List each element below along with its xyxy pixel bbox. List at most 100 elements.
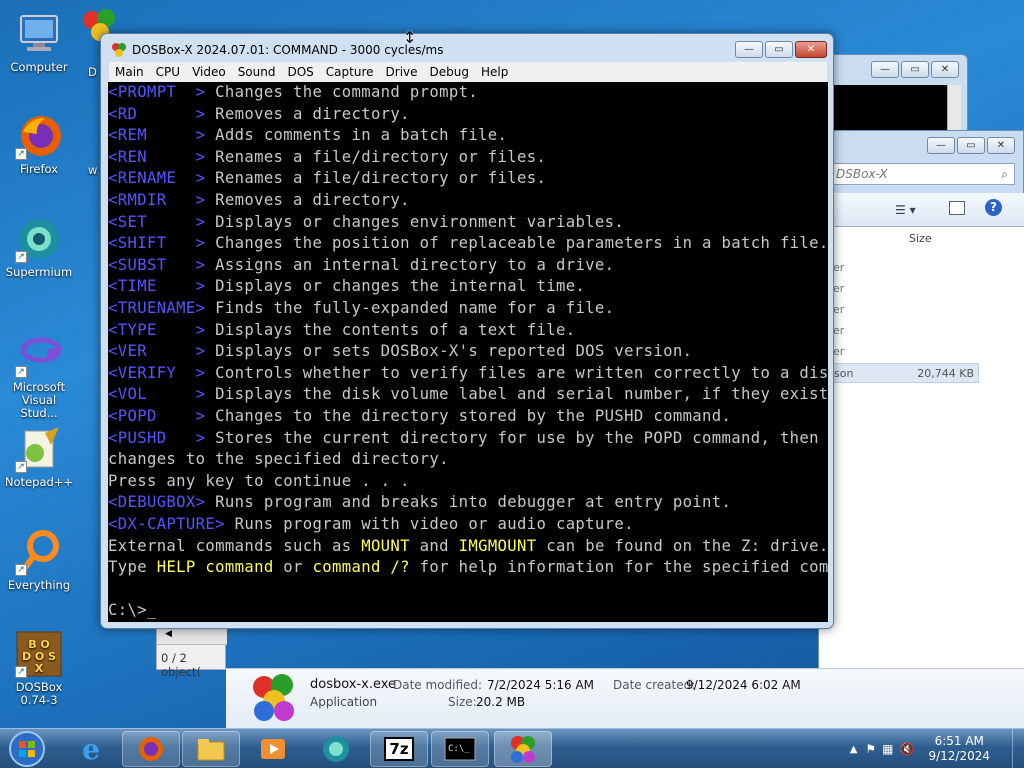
output-line: <SET > Displays or changes environment v…	[108, 212, 624, 234]
file-list: Size er er er er er son 20,744 KB	[819, 227, 1024, 727]
menu-capture[interactable]: Capture	[320, 65, 380, 79]
dosbox-x-window[interactable]: DOSBox-X 2024.07.01: COMMAND - 3000 cycl…	[100, 33, 834, 629]
command-name: <PROMPT >	[108, 83, 206, 101]
search-box[interactable]: DSBox-X ⌕	[829, 163, 1015, 185]
preview-pane-icon[interactable]	[949, 201, 965, 215]
desktop-icon-notepadpp[interactable]: ↗ Notepad++	[4, 425, 74, 489]
menu-cpu[interactable]: CPU	[150, 65, 186, 79]
desktop-icon-computer[interactable]: Computer	[4, 10, 74, 74]
command-name: <TIME >	[108, 277, 206, 296]
window-title: DOSBox-X 2024.07.01: COMMAND - 3000 cycl…	[132, 43, 444, 57]
file-type: son	[834, 366, 854, 380]
command-name: <SET >	[108, 212, 206, 231]
list-item[interactable]: er	[833, 345, 844, 358]
window-controls: — ▭ ✕	[927, 137, 1015, 154]
menu-debug[interactable]: Debug	[424, 65, 475, 79]
command-name: <SUBST >	[108, 255, 206, 274]
search-icon[interactable]: ⌕	[1001, 167, 1008, 182]
command-name: <RD >	[108, 104, 206, 123]
command-description: Changes the command prompt.	[205, 83, 479, 101]
desktop-icon-supermium[interactable]: ↗ Supermium	[4, 215, 74, 279]
taskbar-explorer[interactable]	[182, 731, 240, 767]
taskbar-internet-explorer[interactable]: e	[62, 731, 120, 767]
column-header-size[interactable]: Size	[909, 232, 932, 245]
start-button[interactable]	[4, 730, 50, 768]
flag-icon[interactable]: ⚑	[865, 742, 876, 756]
desktop-icon-label: DOSBox 0.74-3	[15, 680, 63, 707]
command-description: Stores the current directory for use by …	[205, 428, 819, 447]
list-item[interactable]: er	[833, 282, 844, 295]
taskbar-7zip[interactable]: 7z	[370, 731, 428, 767]
taskbar: e 7z C:\_ ▲ ⚑ ▦ 🔇 6:51 AM 9/12/2024	[0, 728, 1024, 768]
file-type: Application	[310, 695, 378, 709]
list-item[interactable]: er	[833, 303, 844, 316]
status-text: 0 / 2 object(	[161, 651, 201, 679]
menu-main[interactable]: Main	[109, 65, 150, 79]
show-hidden-icons-icon[interactable]: ▲	[850, 744, 858, 755]
help-icon[interactable]: ?	[985, 199, 1002, 216]
maximize-icon[interactable]: ▭	[957, 137, 985, 154]
menu-help[interactable]: Help	[475, 65, 514, 79]
command-description: Controls whether to verify files are wri…	[205, 363, 828, 382]
network-icon[interactable]: ▦	[882, 742, 893, 756]
maximize-icon[interactable]: ▭	[765, 41, 793, 58]
background-window-cmd[interactable]: — ▭ ✕	[818, 54, 968, 134]
visual-studio-icon: ↗	[15, 330, 63, 378]
show-desktop-button[interactable]	[1012, 729, 1024, 768]
title-bar[interactable]: DOSBox-X 2024.07.01: COMMAND - 3000 cycl…	[111, 42, 443, 58]
command-description: Renames a file/directory or files.	[205, 147, 547, 166]
desktop-icon-dosbox[interactable]: B OD O SX ↗ DOSBox 0.74-3	[4, 630, 74, 707]
system-tray: ▲ ⚑ ▦ 🔇 6:51 AM 9/12/2024	[850, 729, 1024, 768]
dos-screen[interactable]: <PROMPT > Changes the command prompt. <R…	[108, 82, 828, 622]
desktop-icon-everything[interactable]: ↗ Everything	[4, 528, 74, 592]
taskbar-media-player[interactable]	[244, 731, 302, 767]
menu-video[interactable]: Video	[186, 65, 232, 79]
command-description: Displays the contents of a text file.	[205, 320, 576, 339]
horizontal-scrollbar[interactable]: ◀	[157, 629, 227, 645]
menu-dos[interactable]: DOS	[281, 65, 319, 79]
desktop-icon-label: Firefox	[19, 162, 59, 176]
scrollbar[interactable]	[947, 85, 961, 131]
selected-list-item[interactable]: son 20,744 KB	[829, 363, 979, 383]
command-name: <DX-CAPTURE>	[108, 515, 225, 533]
close-icon[interactable]: ✕	[795, 41, 827, 58]
desktop-icon-firefox[interactable]: ↗ Firefox	[4, 112, 74, 176]
everything-icon: ↗	[15, 528, 63, 576]
taskbar-firefox[interactable]	[122, 731, 180, 767]
command-description: Removes a directory.	[205, 191, 410, 209]
command-name: <TRUENAME>	[108, 299, 206, 317]
volume-muted-icon[interactable]: 🔇	[900, 742, 915, 756]
menu-drive[interactable]: Drive	[380, 65, 424, 79]
command-name: <VER >	[108, 342, 206, 361]
close-icon[interactable]: ✕	[987, 137, 1015, 154]
command-prompt[interactable]: C:\>_	[108, 600, 157, 622]
clock[interactable]: 6:51 AM 9/12/2024	[928, 734, 990, 764]
minimize-icon[interactable]: —	[927, 137, 955, 154]
desktop-icon-visual-studio[interactable]: ↗ Microsoft Visual Stud...	[4, 330, 74, 420]
background-window-explorer[interactable]: — ▭ ✕ DSBox-X ⌕ ☰ ▾ ? Size er er er er e…	[818, 130, 1024, 730]
dosbox-x-icon	[511, 736, 535, 763]
command-name: <REN >	[108, 147, 206, 166]
minimize-icon[interactable]: —	[871, 61, 899, 78]
console-area	[833, 85, 959, 131]
command-name: <SHIFT >	[108, 234, 206, 253]
firefox-icon	[139, 737, 163, 761]
address-text: DSBox-X	[836, 167, 888, 181]
minimize-icon[interactable]: —	[735, 41, 763, 58]
list-item[interactable]: er	[833, 261, 844, 274]
command-description: Press any key to continue . . .	[108, 471, 410, 490]
maximize-icon[interactable]: ▭	[901, 61, 929, 78]
close-icon[interactable]: ✕	[931, 61, 959, 78]
taskbar-supermium[interactable]	[307, 731, 365, 767]
output-line: <RD > Removes a directory.	[108, 104, 410, 126]
cmd-icon: C:\_	[444, 737, 476, 761]
taskbar-cmd[interactable]: C:\_	[431, 731, 489, 767]
menu-sound[interactable]: Sound	[232, 65, 282, 79]
text-segment: for help information for the specified c…	[419, 558, 828, 577]
text-segment: Type	[108, 558, 157, 577]
menu-bar: Main CPU Video Sound DOS Capture Drive D…	[109, 62, 827, 82]
view-options-icon[interactable]: ☰ ▾	[895, 203, 916, 217]
taskbar-dosbox-x[interactable]	[494, 731, 552, 767]
folder-icon	[197, 739, 225, 761]
list-item[interactable]: er	[833, 324, 844, 337]
